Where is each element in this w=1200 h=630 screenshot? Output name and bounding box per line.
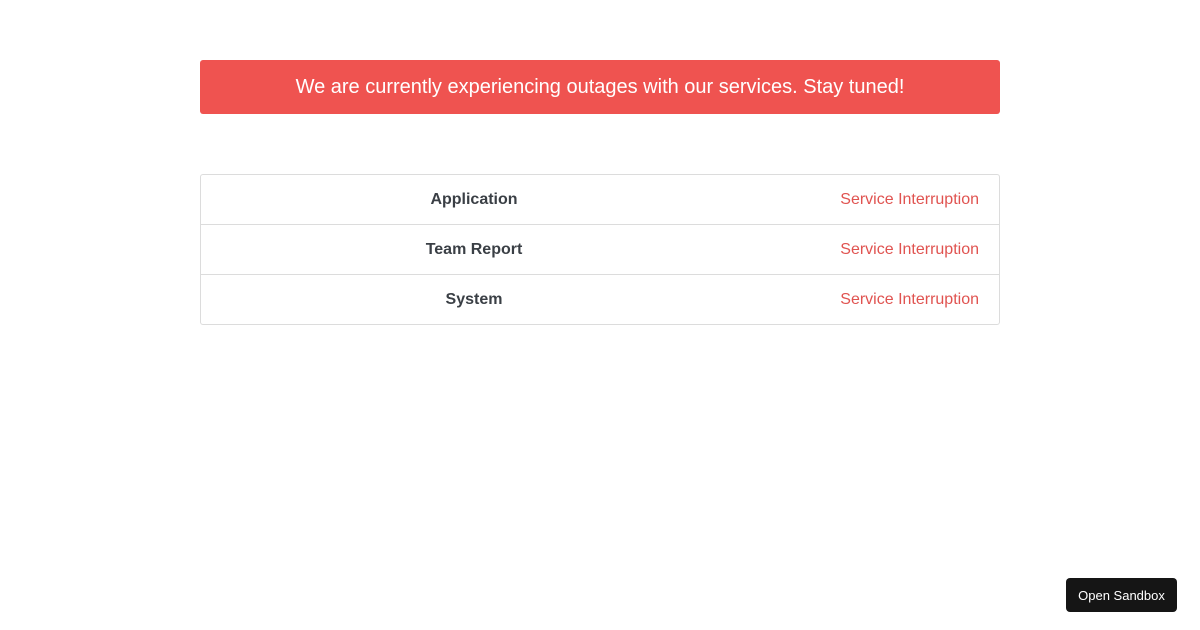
service-row-application: Application Service Interruption <box>201 175 999 225</box>
service-status: Service Interruption <box>840 190 979 208</box>
service-status: Service Interruption <box>840 240 979 258</box>
service-name: Application <box>430 190 518 208</box>
alert-message: We are currently experiencing outages wi… <box>295 75 905 98</box>
service-row-team-report: Team Report Service Interruption <box>201 225 999 275</box>
service-status: Service Interruption <box>840 290 979 308</box>
outage-alert-banner: We are currently experiencing outages wi… <box>200 60 1000 114</box>
service-row-system: System Service Interruption <box>201 275 999 324</box>
service-name: System <box>445 290 503 308</box>
service-name: Team Report <box>425 240 523 258</box>
status-page: We are currently experiencing outages wi… <box>0 0 1200 630</box>
service-status-list: Application Service Interruption Team Re… <box>200 174 1000 325</box>
open-sandbox-button[interactable]: Open Sandbox <box>1066 578 1177 612</box>
